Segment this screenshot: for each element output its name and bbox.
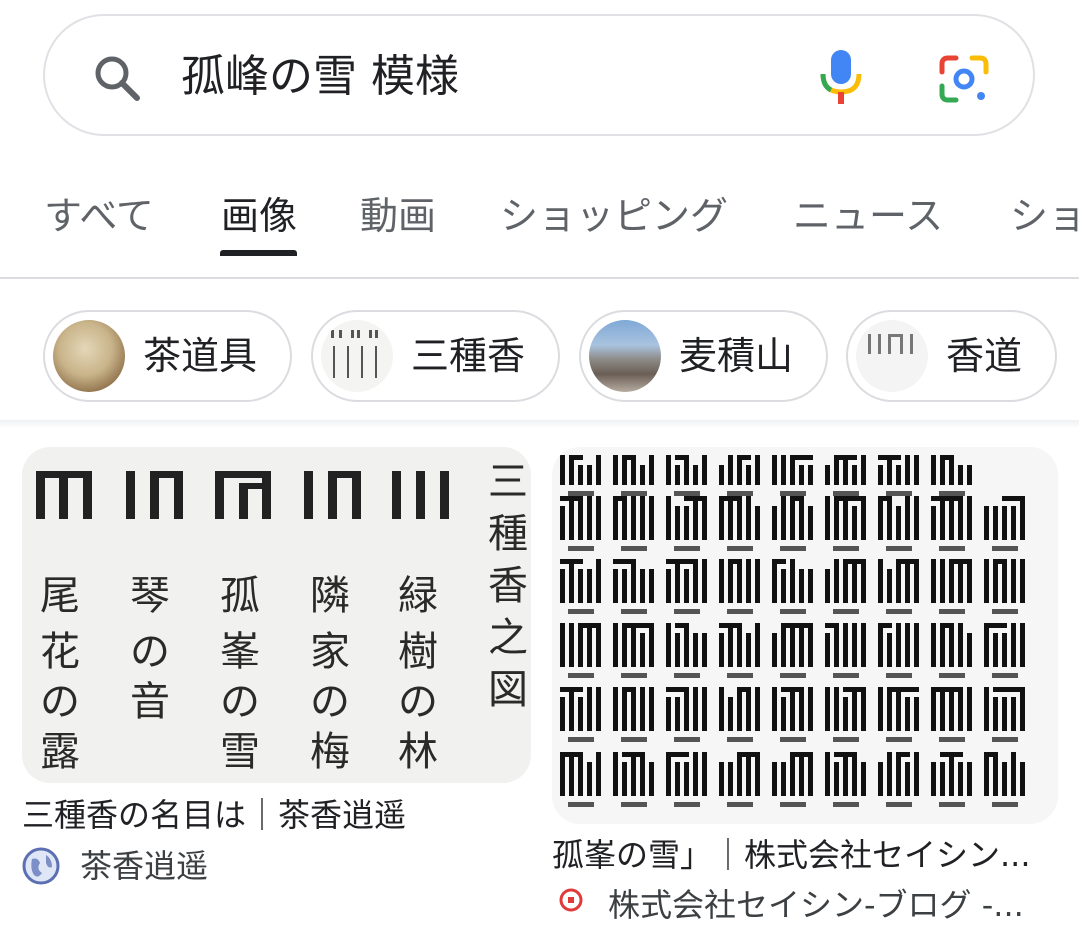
svg-text:の: の (220, 679, 260, 725)
svg-text:雪: 雪 (220, 729, 260, 775)
tab-videos[interactable]: 動画 (360, 192, 436, 240)
svg-text:峯: 峯 (220, 629, 260, 675)
site-favicon-icon (559, 888, 583, 912)
svg-text:琴: 琴 (130, 573, 170, 619)
chip-thumbnail (856, 320, 928, 392)
svg-text:の: の (130, 629, 170, 675)
tab-all[interactable]: すべて (44, 192, 154, 240)
result-title[interactable]: 三種香の名目は｜茶香逍遥 (22, 794, 406, 836)
svg-text:三: 三 (488, 459, 528, 505)
chip-sanshuko[interactable]: 三種香 (311, 310, 560, 402)
chip-label: 茶道具 (143, 334, 258, 378)
svg-text:音: 音 (130, 679, 170, 725)
svg-text:花: 花 (40, 629, 80, 675)
svg-text:露: 露 (40, 729, 80, 775)
svg-text:図: 図 (488, 667, 528, 713)
svg-text:香: 香 (488, 563, 528, 609)
search-icon[interactable] (91, 52, 143, 104)
search-query[interactable]: 孤峰の雪 模様 (181, 44, 459, 110)
chip-maijishan[interactable]: 麦積山 (579, 310, 828, 402)
tab-images[interactable]: 画像 (221, 192, 297, 240)
chip-label: 麦積山 (679, 334, 794, 378)
chips-divider (0, 420, 1079, 428)
tab-more[interactable]: ショ (1010, 192, 1079, 240)
svg-text:隣: 隣 (310, 573, 350, 619)
result-title[interactable]: 孤峯の雪」｜株式会社セイシン... (552, 834, 1031, 876)
svg-text:の: の (398, 679, 438, 725)
svg-text:之: 之 (488, 615, 528, 661)
result-image-1[interactable]: 三種香 之図 緑樹の林 隣家の梅 孤峯の雪 琴の音 尾花の露 (22, 447, 531, 783)
svg-text:林: 林 (398, 729, 438, 775)
tabs-divider (0, 277, 1079, 279)
svg-text:の: の (310, 679, 350, 725)
result-source[interactable]: 茶香逍遥 (80, 845, 208, 887)
active-tab-indicator (220, 250, 297, 256)
svg-text:梅: 梅 (310, 729, 350, 775)
svg-text:緑: 緑 (398, 573, 438, 619)
search-tabs: すべて 画像 動画 ショッピング ニュース ショ (0, 168, 1079, 278)
result-image-2[interactable] (552, 447, 1058, 824)
chip-thumbnail (589, 320, 661, 392)
chip-label: 香道 (946, 334, 1023, 378)
chip-tea-utensils[interactable]: 茶道具 (43, 310, 292, 402)
svg-text:家: 家 (310, 629, 350, 675)
svg-text:種: 種 (488, 511, 528, 557)
tab-news[interactable]: ニュース (793, 192, 943, 240)
chip-thumbnail (53, 320, 125, 392)
svg-text:の: の (40, 679, 80, 725)
globe-icon (22, 847, 60, 885)
chip-kodo[interactable]: 香道 (846, 310, 1057, 402)
google-lens-icon[interactable] (938, 54, 990, 104)
search-bar[interactable]: 孤峰の雪 模様 (43, 14, 1035, 136)
result-source[interactable]: 株式会社セイシン-ブログ -... (608, 884, 1024, 926)
mic-icon[interactable] (815, 46, 867, 108)
tab-shopping[interactable]: ショッピング (500, 192, 728, 240)
chip-label: 三種香 (411, 334, 526, 378)
svg-text:孤: 孤 (220, 573, 260, 619)
chip-thumbnail (321, 320, 393, 392)
svg-text:樹: 樹 (398, 629, 438, 675)
svg-text:尾: 尾 (40, 573, 80, 619)
